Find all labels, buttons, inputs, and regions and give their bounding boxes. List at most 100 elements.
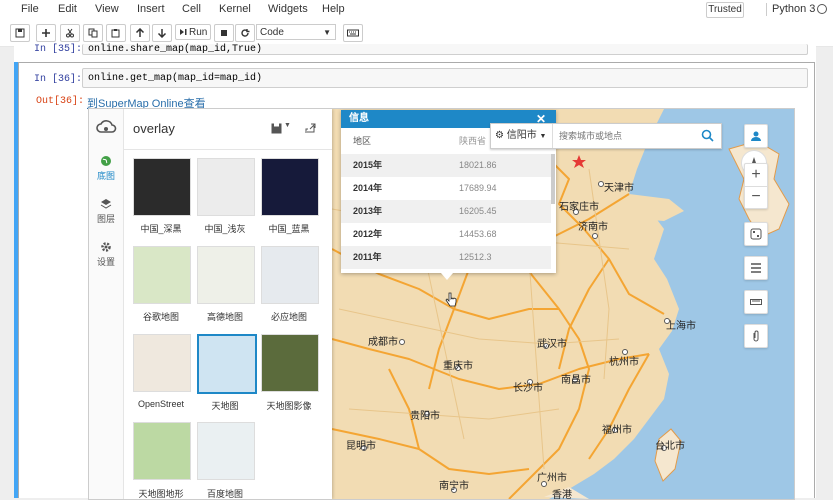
- menu-kernel[interactable]: Kernel: [219, 3, 251, 15]
- search-icon[interactable]: [701, 129, 714, 142]
- basemap-thumb-gray[interactable]: [197, 158, 255, 216]
- basemap-thumb-bing[interactable]: [261, 246, 319, 304]
- copy-icon: [88, 28, 98, 38]
- map-view-icon: [750, 228, 762, 240]
- basemap-thumb-dark[interactable]: [133, 158, 191, 216]
- info-row: 2011年 12512.3: [341, 246, 551, 269]
- info-value: 12512.3: [459, 252, 492, 262]
- basemap-label: 天地图影像: [266, 401, 312, 411]
- basemap-label: 高德地图: [206, 312, 243, 322]
- info-scrollbar[interactable]: [551, 154, 555, 204]
- user-icon: [751, 131, 761, 141]
- gear-small-icon: ⚙: [495, 130, 504, 141]
- basemap-thumb-osm[interactable]: [133, 334, 191, 392]
- user-button[interactable]: [744, 124, 768, 148]
- save-dropdown-icon[interactable]: ▼: [284, 122, 291, 129]
- menu-file[interactable]: File: [21, 3, 39, 15]
- basemap-toggle-button[interactable]: [744, 222, 768, 246]
- nav-settings[interactable]: 设置: [89, 241, 123, 268]
- cut-button[interactable]: [60, 24, 80, 42]
- prev-cell-code: online.share_map(map_id,True): [88, 44, 263, 55]
- kernel-name[interactable]: Python 3: [772, 3, 815, 15]
- move-up-button[interactable]: [130, 24, 150, 42]
- city-label: 昆明市: [346, 441, 376, 452]
- basemap-label: 天地图: [211, 401, 239, 411]
- sidebar-nav: 底图 图层 设置: [89, 109, 124, 499]
- basemap-thumb-baidu[interactable]: [197, 422, 255, 480]
- prev-cell-prompt: In [35]:: [34, 44, 83, 55]
- city-label: 南宁市: [439, 481, 469, 492]
- pointer-cursor-icon: [445, 292, 457, 307]
- nav-basemap[interactable]: 底图: [89, 155, 123, 182]
- copy-button[interactable]: [83, 24, 103, 42]
- basemap-label: 中国_深黑: [140, 224, 182, 234]
- arrow-up-icon: [135, 28, 145, 37]
- info-row: 2012年 14453.68: [341, 223, 551, 246]
- keyboard-icon: [347, 29, 359, 37]
- menu-cell[interactable]: Cell: [182, 3, 201, 15]
- save-map-icon[interactable]: [271, 123, 282, 134]
- ruler-icon: [750, 299, 762, 305]
- cell-out-prompt: Out[36]:: [36, 96, 85, 107]
- basemap-thumb-tianditu-terrain[interactable]: [133, 422, 191, 480]
- move-down-button[interactable]: [152, 24, 172, 42]
- run-button[interactable]: Run: [175, 24, 211, 40]
- save-button[interactable]: [10, 24, 30, 42]
- basemap-thumb-gaode[interactable]: [197, 246, 255, 304]
- info-col-province: 陕西省: [459, 136, 487, 146]
- command-palette-button[interactable]: [343, 24, 363, 42]
- menu-edit[interactable]: Edit: [58, 3, 77, 15]
- paste-button[interactable]: [106, 24, 126, 42]
- basemap-thumb-tianditu-imagery[interactable]: [261, 334, 319, 392]
- city-label: 上海市: [666, 321, 696, 332]
- measure-button[interactable]: [744, 290, 768, 314]
- zoom-in-icon[interactable]: +: [745, 164, 767, 186]
- popup-pointer: [441, 273, 453, 280]
- menu-widgets[interactable]: Widgets: [268, 3, 308, 15]
- cell-type-select[interactable]: Code ▼: [256, 24, 336, 40]
- trusted-indicator[interactable]: Trusted: [706, 2, 744, 18]
- kernel-divider: [766, 3, 767, 16]
- globe-icon: [101, 156, 111, 166]
- city-label: 重庆市: [443, 361, 473, 372]
- city-label: 济南市: [578, 222, 608, 233]
- menu-view[interactable]: View: [95, 3, 119, 15]
- cell-in-prompt: In [36]:: [34, 74, 83, 85]
- basemap-label: 中国_蓝黑: [268, 224, 310, 234]
- restart-button[interactable]: [235, 24, 255, 42]
- city-label: 石家庄市: [559, 202, 599, 213]
- city-label: 台北市: [655, 441, 685, 452]
- city-search-input[interactable]: [557, 127, 693, 145]
- map-widget[interactable]: 天津市 石家庄市 济南市 成都市 武汉市 上海市 重庆市 长沙市 杭州市 南昌市…: [88, 108, 795, 500]
- info-year: 2012年: [353, 229, 383, 239]
- info-col-region: 地区: [353, 136, 372, 146]
- interrupt-button[interactable]: [214, 24, 234, 42]
- city-dot: [592, 233, 598, 239]
- paste-icon: [111, 29, 120, 38]
- arrow-down-icon: [157, 29, 167, 38]
- attachment-button[interactable]: [744, 324, 768, 348]
- info-row: 2013年 16205.45: [341, 200, 551, 223]
- info-year: 2015年: [353, 160, 383, 170]
- kernel-idle-icon: [817, 4, 827, 14]
- city-selector[interactable]: ⚙ 信阳市 ▼: [491, 124, 553, 148]
- info-year: 2013年: [353, 206, 383, 216]
- city-label: 长沙市: [513, 383, 543, 394]
- menu-insert[interactable]: Insert: [137, 3, 165, 15]
- basemap-label: 天地图地形: [138, 489, 184, 499]
- city-label: 天津市: [604, 183, 634, 194]
- city-dot: [399, 339, 405, 345]
- menu-help[interactable]: Help: [322, 3, 345, 15]
- basemap-thumb-blueblack[interactable]: [261, 158, 319, 216]
- nav-layers[interactable]: 图层: [89, 198, 123, 225]
- city-label: 福州市: [602, 425, 632, 436]
- share-icon[interactable]: [305, 123, 316, 134]
- insert-cell-button[interactable]: [36, 24, 56, 42]
- basemap-thumb-tianditu-selected[interactable]: [197, 334, 257, 394]
- info-value: 17689.94: [459, 183, 497, 193]
- city-selector-value: 信阳市: [506, 130, 537, 141]
- basemap-thumb-google[interactable]: [133, 246, 191, 304]
- plus-icon: [42, 29, 50, 37]
- legend-button[interactable]: [744, 256, 768, 280]
- zoom-out-icon[interactable]: −: [745, 186, 767, 209]
